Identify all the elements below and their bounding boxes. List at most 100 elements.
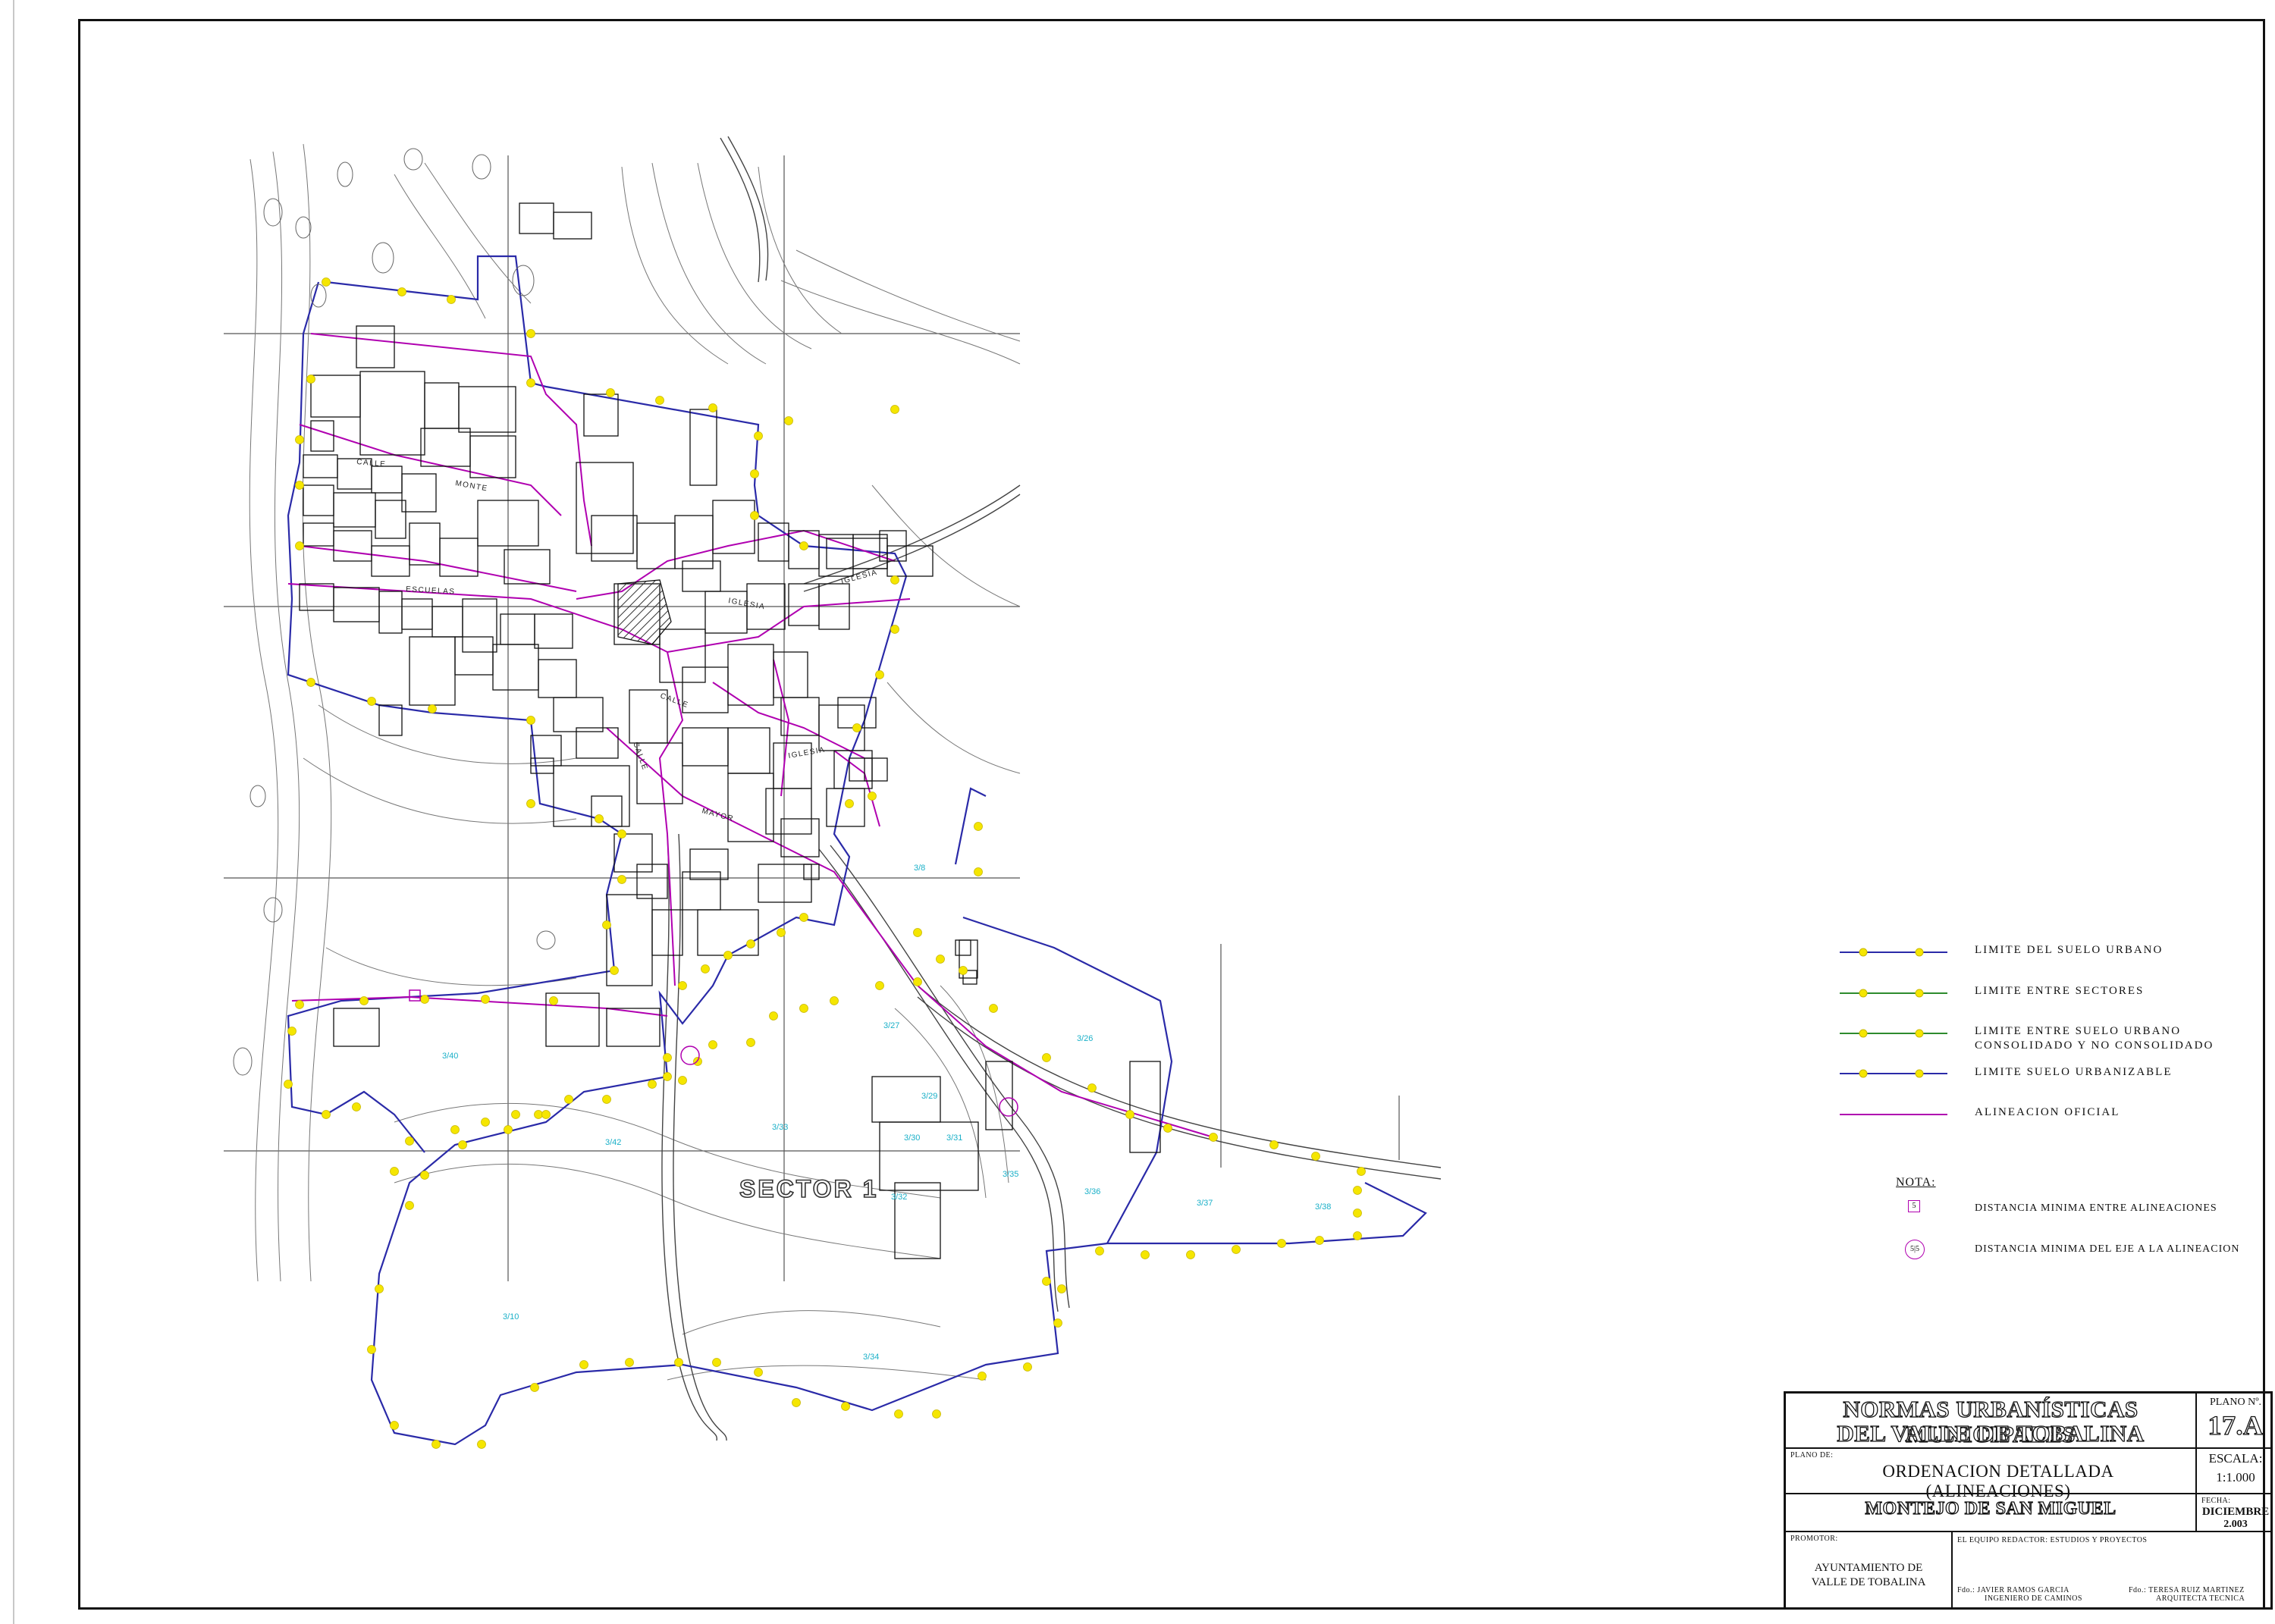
boundary-marker	[617, 829, 626, 839]
parcel-label: 3/40	[442, 1052, 458, 1061]
boundary-marker	[959, 966, 968, 975]
equipo-redactor: EL EQUIPO REDACTOR: ESTUDIOS Y PROYECTOS	[1957, 1536, 2148, 1544]
boundary-marker	[1357, 1167, 1366, 1176]
boundary-marker	[1095, 1246, 1104, 1256]
alignment-lines	[287, 333, 1214, 1138]
parcel-label: 3/34	[863, 1353, 879, 1362]
legend-dot-sample	[1859, 1069, 1868, 1078]
boundary-marker	[1353, 1186, 1362, 1195]
boundary-marker	[655, 396, 664, 405]
parcel-label: 3/38	[1315, 1202, 1331, 1212]
title-block: NORMAS URBANÍSTICAS MUNICIPALES DEL VALL…	[1784, 1391, 2273, 1610]
boundary-marker	[390, 1421, 399, 1430]
boundary-marker	[875, 981, 884, 990]
street-label: CALLE	[356, 458, 387, 469]
plano-number-label: PLANO Nº.	[2209, 1397, 2262, 1408]
boundary-marker	[723, 951, 733, 960]
parcel-label: 3/36	[1084, 1187, 1100, 1196]
boundary-marker	[397, 287, 406, 296]
street-label: IGLESIA	[788, 746, 827, 760]
boundary-marker	[367, 697, 376, 706]
street-label: MONTE	[454, 479, 488, 493]
plano-de-label: PLANO DE:	[1790, 1451, 1834, 1459]
boundary-marker	[792, 1398, 801, 1407]
boundary-marker	[534, 1110, 543, 1119]
boundary-marker	[295, 435, 304, 444]
boundary-marker	[1053, 1318, 1062, 1328]
boundary-marker	[322, 1110, 331, 1119]
boundary-marker	[712, 1358, 721, 1367]
parcel-label: 3/26	[1077, 1034, 1093, 1043]
boundary-marker	[477, 1440, 486, 1449]
boundary-marker	[754, 1368, 763, 1377]
street-label: ESCUELAS	[406, 585, 456, 596]
parcel-label: 3/37	[1197, 1199, 1213, 1208]
boundary-marker	[367, 1345, 376, 1354]
boundary-marker	[678, 981, 687, 990]
boundary-marker	[750, 511, 759, 520]
boundary-marker	[606, 388, 615, 397]
boundary-marker	[799, 913, 808, 922]
boundary-marker	[431, 1440, 441, 1449]
note-label-axis-distance: DISTANCIA MINIMA DEL EJE A LA ALINEACION	[1975, 1243, 2240, 1255]
boundary-marker	[306, 678, 315, 687]
boundary-marker	[352, 1102, 361, 1111]
boundary-marker	[1057, 1284, 1066, 1293]
boundary-marker	[1311, 1152, 1320, 1161]
parcel-label: 3/35	[1003, 1170, 1018, 1179]
fecha-label: FECHA:	[2201, 1497, 2231, 1505]
boundary-marker	[322, 277, 331, 287]
boundary-marker	[526, 799, 535, 808]
boundary-marker	[1023, 1362, 1032, 1372]
street-label: CALLE	[659, 691, 690, 710]
plan-title-line2: DEL VALLE DE TOBALINA	[1837, 1420, 2145, 1447]
boundary-marker	[799, 541, 808, 550]
boundary-marker	[295, 541, 304, 550]
place-name: MONTEJO DE SAN MIGUEL	[1865, 1498, 2117, 1519]
boundary-marker	[648, 1080, 657, 1089]
legend-dot-sample	[1915, 1029, 1924, 1038]
boundary-marker	[1125, 1110, 1134, 1119]
fecha-year: 2.003	[2223, 1519, 2248, 1530]
boundary-marker	[932, 1409, 941, 1419]
boundary-marker	[852, 723, 861, 732]
boundary-marker	[526, 378, 535, 387]
boundary-marker	[405, 1201, 414, 1210]
promotor-label: PROMOTOR:	[1790, 1535, 1838, 1543]
boundary-marker	[1186, 1250, 1195, 1259]
legend-label-urbanizable-limit: LIMITE SUELO URBANIZABLE	[1975, 1066, 2173, 1078]
boundary-marker	[359, 996, 369, 1005]
note-symbol-circle: 5|5	[1905, 1240, 1925, 1259]
boundary-marker	[284, 1080, 293, 1089]
title-block-divider	[2195, 1394, 2197, 1532]
boundary-marker	[625, 1358, 634, 1367]
boundary-marker	[295, 481, 304, 490]
boundary-marker	[541, 1110, 551, 1119]
boundary-marker	[663, 1053, 672, 1062]
boundary-marker	[447, 295, 456, 304]
parcel-label: 3/27	[883, 1021, 899, 1030]
boundary-marker	[481, 995, 490, 1004]
legend-label-urban-limit: LIMITE DEL SUELO URBANO	[1975, 944, 2164, 956]
boundary-marker	[1042, 1277, 1051, 1286]
street-label: MAYOR	[701, 807, 735, 823]
boundary-marker	[784, 416, 793, 425]
boundary-marker	[602, 920, 611, 930]
boundary-marker	[579, 1360, 588, 1369]
street-label: IGLESIA	[840, 568, 879, 585]
plano-de-value: ORDENACION DETALLADA (ALINEACIONES)	[1882, 1462, 2114, 1500]
signature-1-title: INGENIERO DE CAMINOS	[1985, 1594, 2082, 1603]
boundary-marker	[913, 928, 922, 937]
urban-limit-polyline	[287, 255, 1427, 1446]
boundary-marker	[799, 1004, 808, 1013]
boundary-marker	[549, 996, 558, 1005]
parcel-label-layer: 3/8 3/27 3/26 3/29 3/30 3/31 3/32 3/33 3/34 3/35 3…	[442, 864, 1331, 1362]
legend-dot-sample	[1915, 989, 1924, 998]
church-block	[617, 579, 672, 645]
boundary-marker	[754, 431, 763, 440]
legend-label-consolidated-limit-2: CONSOLIDADO Y NO CONSOLIDADO	[1975, 1039, 2214, 1052]
boundary-marker	[708, 403, 717, 412]
boundary-marker	[1353, 1231, 1362, 1240]
sector-label: SECTOR 1	[739, 1174, 879, 1203]
boundary-marker	[287, 1027, 297, 1036]
